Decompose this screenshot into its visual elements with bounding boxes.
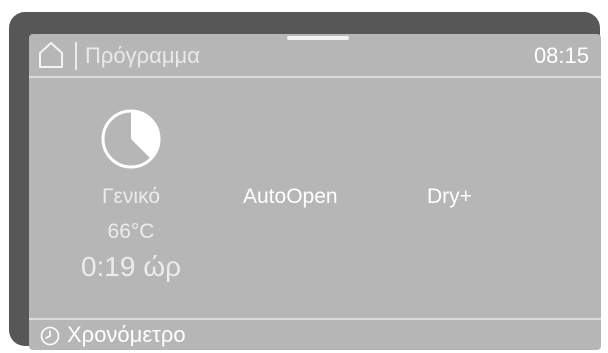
program-name: Γενικό bbox=[101, 185, 161, 208]
header-separator bbox=[75, 42, 77, 70]
dry-plus-option[interactable]: Dry+ bbox=[427, 184, 472, 210]
autoopen-option[interactable]: AutoOpen bbox=[243, 184, 338, 210]
page-title: Πρόγραμμα bbox=[85, 43, 200, 68]
header-bar: Πρόγραμμα 08:15 bbox=[29, 34, 601, 76]
display-screen: Πρόγραμμα 08:15 Γενικό 66°C 0:19 ώρ Auto… bbox=[29, 34, 601, 350]
header-divider bbox=[29, 76, 601, 78]
timer-label: Χρονόμετρο bbox=[67, 322, 186, 347]
program-temperature: 66°C bbox=[107, 220, 155, 243]
home-icon[interactable] bbox=[37, 40, 65, 70]
timer-button[interactable]: Χρονόμετρο bbox=[29, 320, 601, 350]
program-duration: 0:19 ώρ bbox=[80, 251, 182, 282]
pie-chart-icon bbox=[99, 107, 163, 171]
appliance-display: Πρόγραμμα 08:15 Γενικό 66°C 0:19 ώρ Auto… bbox=[9, 12, 601, 350]
clock-time: 08:15 bbox=[533, 43, 589, 68]
clock-icon bbox=[40, 326, 60, 346]
